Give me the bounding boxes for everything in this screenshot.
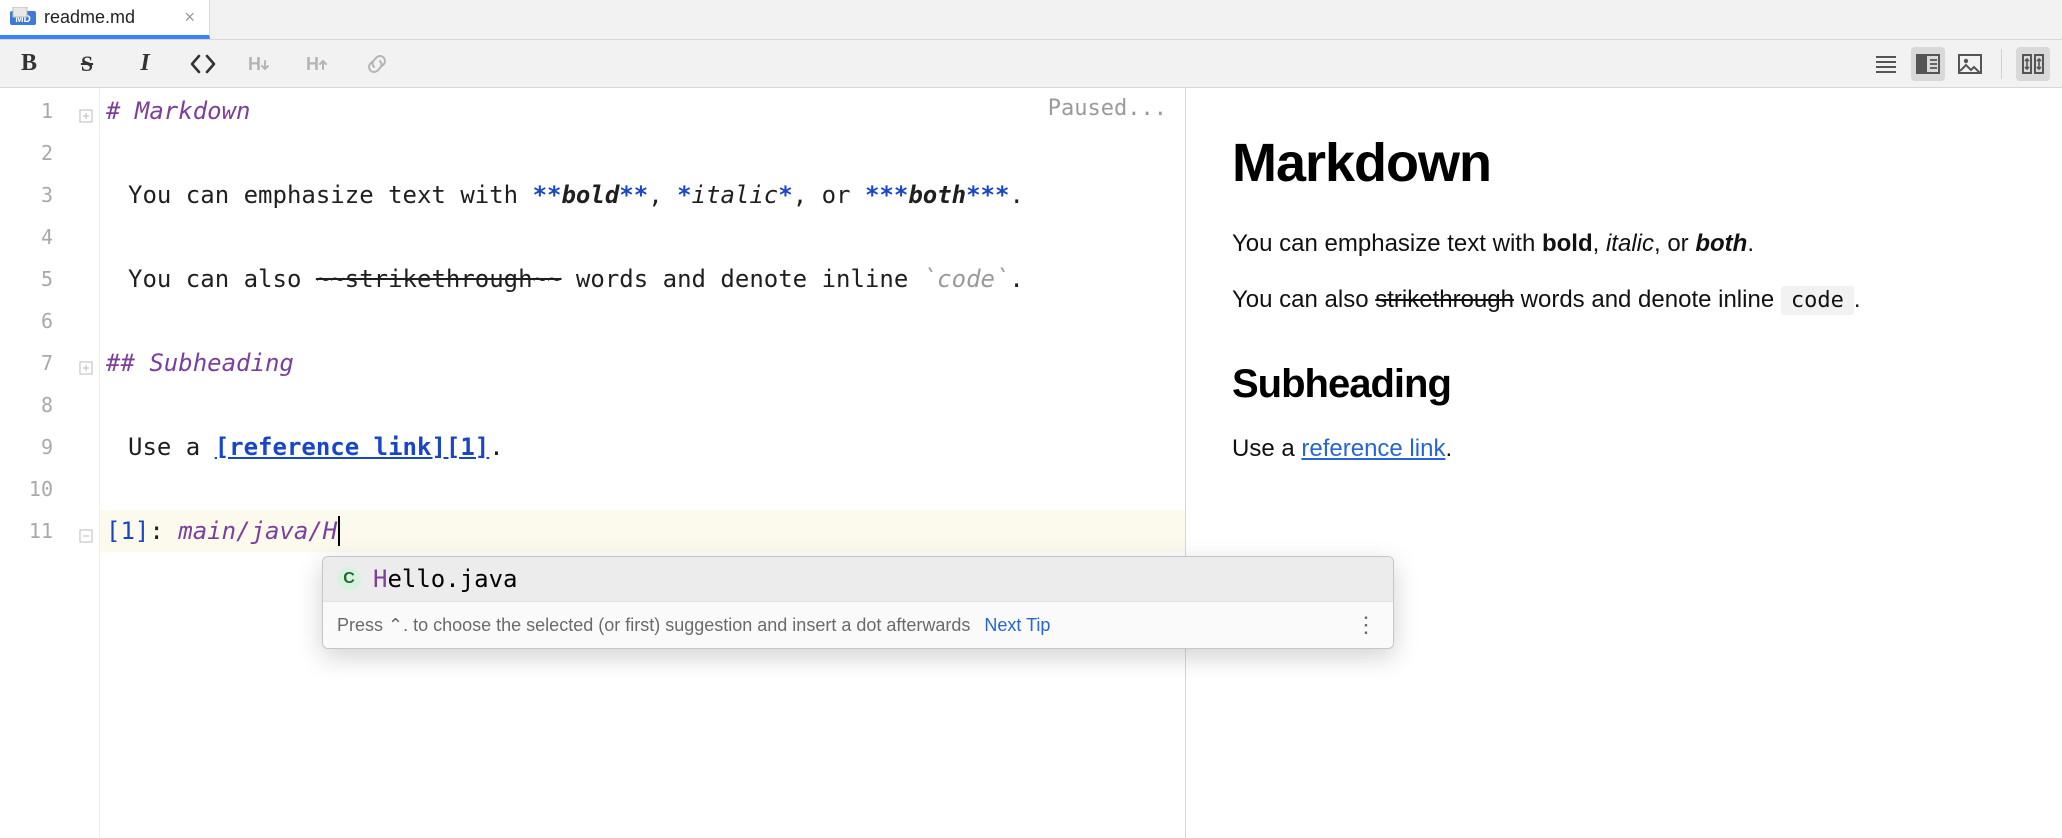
fold-icon[interactable] [79,356,93,370]
preview-link[interactable]: reference link [1301,435,1445,462]
sync-scroll-button[interactable] [2016,47,2050,81]
preview-paragraph: You can emphasize text with bold, italic… [1232,230,2016,258]
tab-strip: MD readme.md × [0,0,2062,40]
fold-icon[interactable] [79,524,93,538]
class-icon: C [337,567,361,591]
code-line[interactable]: You can emphasize text with **bold**, *i… [100,174,1185,216]
heading-down-button[interactable]: H [244,47,278,81]
strikethrough-button[interactable]: S [70,47,104,81]
code-line-current[interactable]: [1]: main/java/H [100,510,1185,552]
autocomplete-rest: ello.java [387,565,517,593]
italic-button[interactable]: I [128,47,162,81]
autocomplete-hint: Press ⌃. to choose the selected (or firs… [323,601,1393,648]
line-number: 2 [0,132,99,174]
gutter: 1 2 3 4 5 6 7 8 9 10 11 [0,88,100,838]
autocomplete-hint-text: Press ⌃. to choose the selected (or firs… [337,615,970,636]
toolbar-separator [2001,49,2002,79]
code-line[interactable]: # Markdown [100,90,1185,132]
line-number: 1 [0,90,99,132]
code-line[interactable]: ## Subheading [100,342,1185,384]
close-tab-icon[interactable]: × [184,7,195,28]
line-number: 4 [0,216,99,258]
code-line[interactable] [100,300,1185,342]
code-area[interactable]: Paused... # Markdown You can emphasize t… [100,88,1185,838]
preview-paragraph: Use a reference link. [1232,435,2016,463]
more-options-icon[interactable]: ⋮ [1355,612,1379,638]
code-line[interactable] [100,216,1185,258]
line-number: 7 [0,342,99,384]
code-line[interactable] [100,468,1185,510]
code-line[interactable] [100,384,1185,426]
preview-h2: Subheading [1232,362,2016,407]
line-number: 11 [0,510,99,552]
tab-filename: readme.md [44,7,135,28]
autocomplete-popup: C Hello.java Press ⌃. to choose the sele… [322,556,1394,649]
text-caret [338,516,340,546]
code-line[interactable]: Use a [reference link][1]. [100,426,1185,468]
line-number: 10 [0,468,99,510]
svg-text:H: H [306,54,319,74]
fold-icon[interactable] [79,104,93,118]
preview-paragraph: You can also strikethrough words and den… [1232,286,2016,314]
tab-readme[interactable]: MD readme.md × [0,0,210,39]
line-number: 3 [0,174,99,216]
code-line[interactable]: You can also ~~strikethrough~~ words and… [100,258,1185,300]
code-button[interactable] [186,47,220,81]
view-preview-only-button[interactable] [1953,47,1987,81]
bold-button[interactable]: B [12,47,46,81]
line-number: 5 [0,258,99,300]
code-line[interactable] [100,132,1185,174]
editor-body: 1 2 3 4 5 6 7 8 9 10 11 Paused... # Mark… [0,88,2062,838]
line-number: 9 [0,426,99,468]
line-number: 8 [0,384,99,426]
line-number: 6 [0,300,99,342]
preview-pane: Markdown You can emphasize text with bol… [1186,88,2062,838]
status-paused: Paused... [1048,96,1167,121]
view-split-button[interactable] [1911,47,1945,81]
heading-up-button[interactable]: H [302,47,336,81]
preview-h1: Markdown [1232,132,2016,194]
view-editor-only-button[interactable] [1869,47,1903,81]
toolbar: B S I H H [0,40,2062,88]
svg-text:H: H [248,54,261,74]
autocomplete-match: H [373,565,387,593]
next-tip-link[interactable]: Next Tip [984,615,1050,636]
autocomplete-item[interactable]: C Hello.java [323,557,1393,601]
markdown-file-icon: MD [10,7,36,29]
link-button[interactable] [360,47,394,81]
editor-pane: 1 2 3 4 5 6 7 8 9 10 11 Paused... # Mark… [0,88,1186,838]
